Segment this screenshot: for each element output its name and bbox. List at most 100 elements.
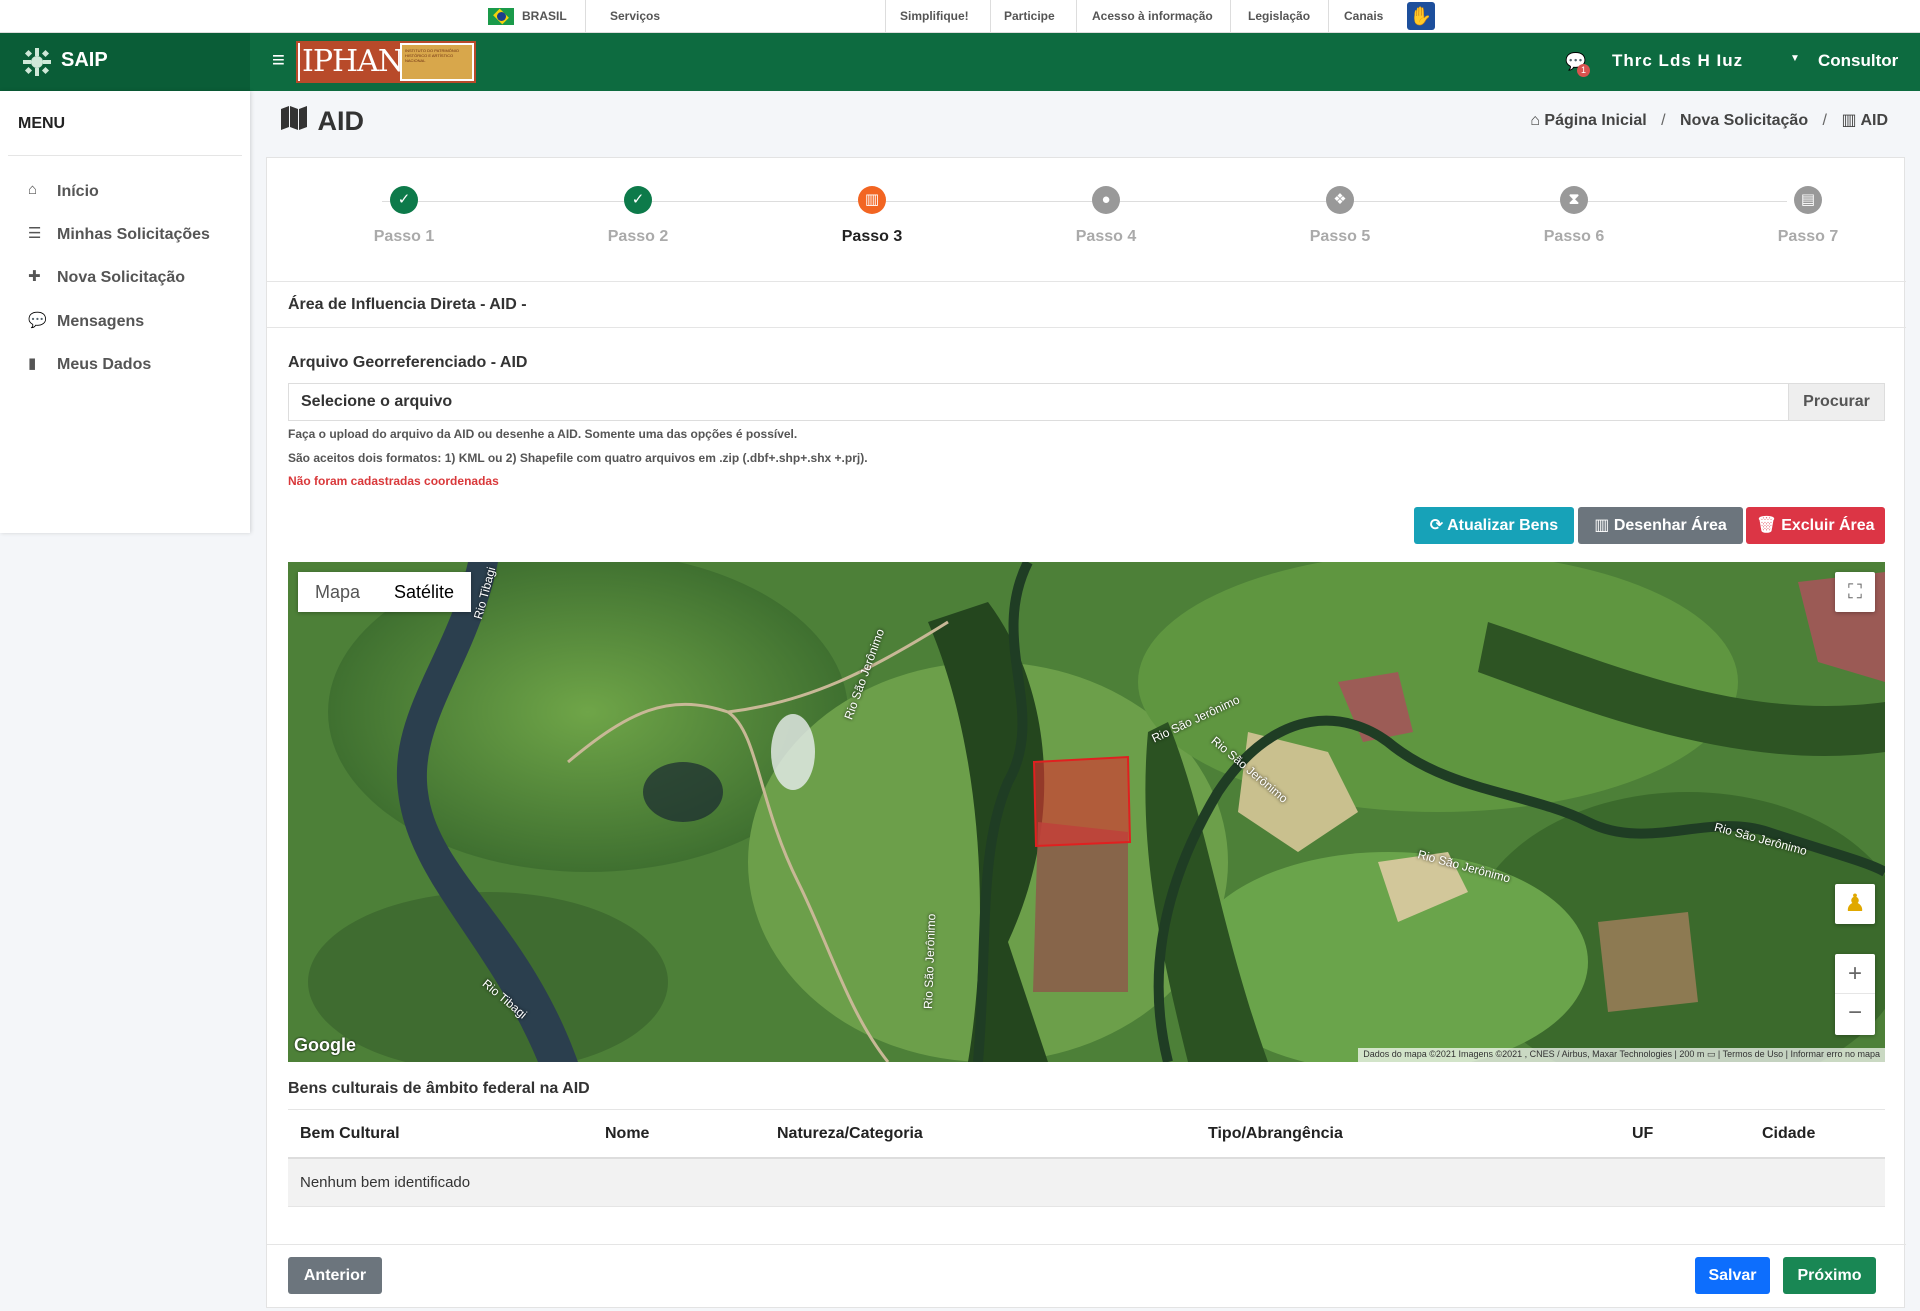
button-label: Desenhar Área	[1613, 517, 1727, 534]
column-header[interactable]: Tipo/Abrangência	[1208, 1125, 1343, 1143]
map-scale[interactable]: 200 m	[1679, 1049, 1704, 1059]
caret-down-icon[interactable]: ▼	[1790, 53, 1800, 64]
page-title: AID	[281, 106, 364, 137]
step-label: Passo 1	[373, 228, 435, 245]
map-attribution: Dados do mapa ©2021 Imagens ©2021 , CNES…	[1358, 1048, 1885, 1062]
map-type-satellite[interactable]: Satélite	[377, 572, 471, 612]
cubes-icon: ❖	[1326, 186, 1354, 214]
comments-icon: 💬	[28, 312, 47, 329]
step-label: Passo 2	[607, 228, 669, 245]
gov-link-acesso[interactable]: Acesso à informação	[1092, 0, 1213, 32]
column-header[interactable]: Cidade	[1762, 1125, 1815, 1143]
step-label: Passo 3	[841, 228, 903, 245]
map-type-map[interactable]: Mapa	[298, 572, 377, 612]
home-icon: ⌂	[1530, 112, 1540, 129]
breadcrumb-separator: /	[1822, 112, 1827, 129]
attribution-text: Dados do mapa ©2021 Imagens ©2021 , CNES…	[1363, 1049, 1673, 1059]
step-5[interactable]: ❖ Passo 5	[1270, 186, 1410, 246]
brazil-flag-icon	[488, 8, 514, 25]
column-header[interactable]: Bem Cultural	[300, 1125, 400, 1143]
brand[interactable]: SAIP	[0, 33, 250, 91]
divider	[1076, 0, 1077, 32]
file-icon: ▮	[28, 355, 37, 372]
map-icon: ▥	[1841, 112, 1857, 129]
terms-link[interactable]: Termos de Uso	[1723, 1049, 1784, 1059]
page-title-text: AID	[317, 106, 365, 136]
sidebar-item-label: Mensagens	[57, 313, 145, 330]
aid-polygon[interactable]	[1032, 755, 1132, 848]
sidebar-item-label: Início	[57, 183, 99, 200]
step-7[interactable]: ▤ Passo 7	[1738, 186, 1878, 246]
home-icon: ⌂	[28, 181, 38, 198]
file-input[interactable]: Selecione o arquivo Procurar	[288, 383, 1885, 421]
gov-link-participe[interactable]: Participe	[1004, 0, 1055, 32]
pegman-icon[interactable]: ♟	[1835, 884, 1875, 924]
fullscreen-icon[interactable]: ⛶	[1835, 572, 1875, 612]
check-icon: ✓	[624, 186, 652, 214]
step-1[interactable]: ✓ Passo 1	[334, 186, 474, 246]
sidebar-item-label: Minhas Solicitações	[57, 226, 210, 243]
satellite-map[interactable]: Rio Tibagi Rio Tibagi Rio São Jerônimo R…	[288, 562, 1885, 1062]
user-menu[interactable]: Thrc Lds H Iuz	[1612, 51, 1743, 71]
map-type-control: Mapa Satélite	[298, 572, 472, 612]
step-6[interactable]: ⧗ Passo 6	[1504, 186, 1644, 246]
delete-area-button[interactable]: 🗑 Excluir Área	[1746, 507, 1885, 544]
step-4[interactable]: ● Passo 4	[1036, 186, 1176, 246]
gov-services-link[interactable]: Serviços	[610, 0, 660, 32]
sidebar-item-label: Nova Solicitação	[57, 269, 186, 286]
brand-name: SAIP	[61, 49, 108, 71]
previous-button[interactable]: Anterior	[288, 1257, 382, 1294]
save-button[interactable]: Salvar	[1695, 1257, 1770, 1294]
draw-area-button[interactable]: ▥ Desenhar Área	[1578, 507, 1743, 544]
role-label[interactable]: Consultor	[1818, 51, 1898, 71]
divider	[267, 1244, 1906, 1245]
gov-link-legislacao[interactable]: Legislação	[1248, 0, 1310, 32]
breadcrumb-nova-solicitacao[interactable]: Nova Solicitação	[1680, 112, 1808, 129]
check-icon: ✓	[390, 186, 418, 214]
table-header: Bem Cultural Nome Natureza/Categoria Tip…	[288, 1109, 1885, 1159]
gov-link-canais[interactable]: Canais	[1344, 0, 1383, 32]
zoom-out-icon[interactable]: −	[1835, 994, 1875, 1034]
breadcrumb-current: AID	[1860, 112, 1888, 129]
column-header[interactable]: Natureza/Categoria	[777, 1125, 923, 1143]
zoom-in-icon[interactable]: +	[1835, 954, 1875, 994]
help-text: Faça o upload do arquivo da AID ou desen…	[288, 427, 798, 441]
menu-toggle-icon[interactable]: ≡	[272, 47, 285, 73]
divider	[585, 0, 586, 32]
step-label: Passo 4	[1075, 228, 1137, 245]
saip-logo-icon	[23, 48, 51, 76]
breadcrumb-home[interactable]: Página Inicial	[1544, 112, 1646, 129]
notification-badge: 1	[1577, 64, 1590, 77]
sidebar-item-nova-solicitacao[interactable]: ✚ Nova Solicitação	[28, 267, 185, 291]
divider	[1230, 0, 1231, 32]
map-icon: ▥	[858, 186, 886, 214]
file-input-placeholder: Selecione o arquivo	[301, 393, 453, 410]
sidebar-item-mensagens[interactable]: 💬 Mensagens	[28, 311, 144, 335]
plus-icon: ✚	[28, 268, 41, 285]
step-3[interactable]: ▥ Passo 3	[802, 186, 942, 246]
browse-button[interactable]: Procurar	[1788, 384, 1884, 420]
sidebar-item-meus-dados[interactable]: ▮ Meus Dados	[28, 354, 151, 378]
sidebar-item-inicio[interactable]: ⌂ Início	[28, 181, 99, 205]
map-icon: ▥	[1594, 517, 1610, 534]
zoom-control: + −	[1835, 954, 1875, 1035]
gov-country-link[interactable]: BRASIL	[522, 0, 567, 32]
iphan-logo[interactable]: IPHAN INSTITUTO DO PATRIMÔNIO HISTÓRICO …	[296, 41, 476, 83]
report-error-link[interactable]: Informar erro no mapa	[1790, 1049, 1880, 1059]
sidebar-item-minhas-solicitacoes[interactable]: ☰ Minhas Solicitações	[28, 224, 210, 248]
column-header[interactable]: UF	[1632, 1125, 1653, 1143]
section-header: Área de Influencia Direta - AID -	[267, 281, 1906, 328]
column-header[interactable]: Nome	[605, 1125, 649, 1143]
update-assets-button[interactable]: ⟳ Atualizar Bens	[1414, 507, 1574, 544]
iphan-logo-subtitle: INSTITUTO DO PATRIMÔNIO HISTÓRICO E ARTÍ…	[402, 45, 472, 79]
step-2[interactable]: ✓ Passo 2	[568, 186, 708, 246]
error-text: Não foram cadastradas coordenadas	[288, 474, 499, 488]
sidebar-item-label: Meus Dados	[57, 356, 152, 373]
divider	[990, 0, 991, 32]
breadcrumb-separator: /	[1661, 112, 1666, 129]
accessibility-icon[interactable]: ✋	[1407, 2, 1435, 30]
gov-link-simplifique[interactable]: Simplifique!	[900, 0, 969, 32]
divider	[8, 155, 242, 156]
button-label: Atualizar Bens	[1447, 517, 1559, 534]
next-button[interactable]: Próximo	[1783, 1257, 1876, 1294]
